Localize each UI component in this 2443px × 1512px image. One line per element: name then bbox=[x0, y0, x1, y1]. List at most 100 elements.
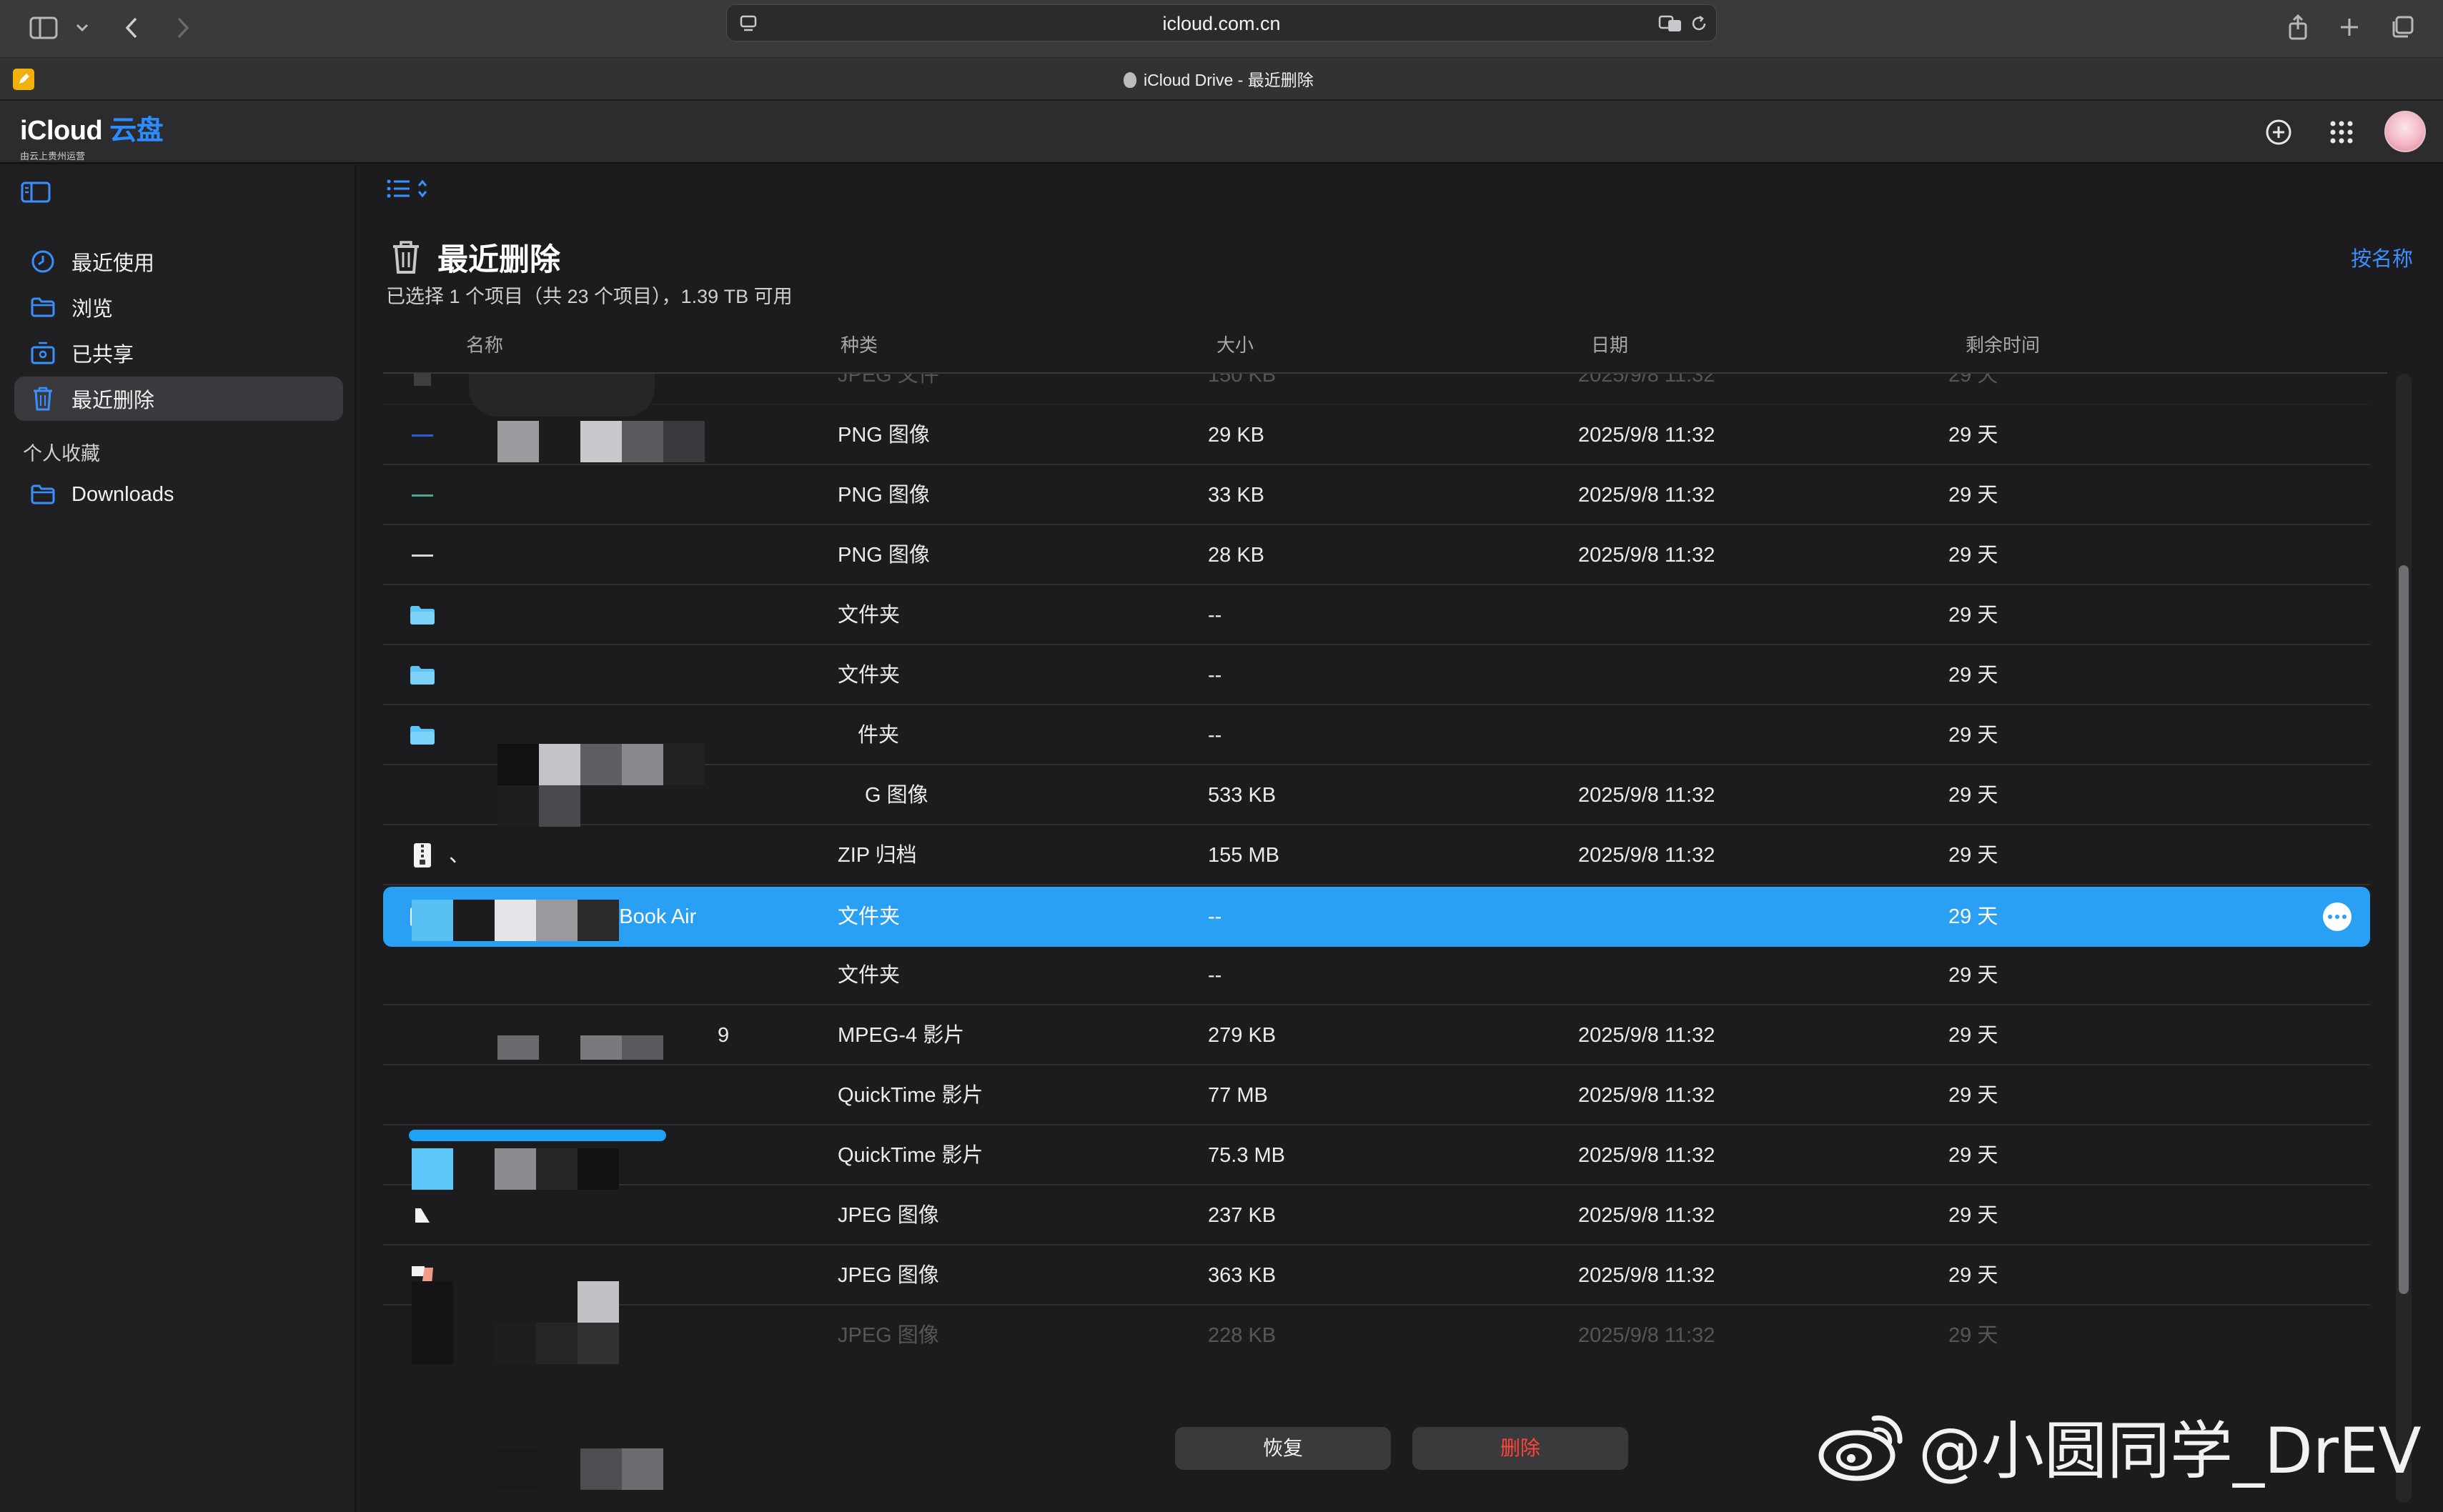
file-size: 279 KB bbox=[1208, 1024, 1277, 1047]
chevron-down-icon[interactable] bbox=[70, 10, 94, 46]
image-file-icon bbox=[409, 422, 436, 448]
file-size: 29 KB bbox=[1208, 424, 1264, 447]
table-row[interactable]: 文件夹 -- 29 天 bbox=[383, 945, 2370, 1005]
privacy-mosaic bbox=[497, 421, 705, 462]
table-row[interactable]: JPEG 图像 237 KB 2025/9/8 11:32 29 天 bbox=[383, 1185, 2370, 1245]
file-date: 2025/9/8 11:32 bbox=[1578, 1024, 1715, 1047]
tab-overview-icon[interactable] bbox=[2386, 7, 2419, 47]
file-size: 237 KB bbox=[1208, 1204, 1277, 1227]
file-kind: 件夹 bbox=[858, 724, 900, 747]
sidebar-item-recents[interactable]: 最近使用 bbox=[14, 239, 343, 284]
brand-name: iCloud bbox=[20, 116, 103, 146]
sidebar-panel-icon[interactable] bbox=[20, 179, 51, 211]
translate-icon[interactable] bbox=[1657, 11, 1683, 36]
file-remaining: 29 天 bbox=[1948, 1204, 1998, 1227]
file-name: 9 bbox=[718, 1024, 730, 1047]
folder-icon bbox=[29, 293, 57, 322]
weibo-logo-icon bbox=[1818, 1415, 1903, 1481]
privacy-mosaic bbox=[412, 1281, 619, 1364]
file-remaining: 29 天 bbox=[1948, 844, 1998, 867]
forward-icon[interactable] bbox=[169, 9, 197, 47]
scrollbar-thumb[interactable] bbox=[2399, 565, 2409, 1294]
file-remaining: 29 天 bbox=[1948, 544, 1998, 567]
folder-icon bbox=[409, 722, 436, 748]
column-header-kind[interactable]: 种类 bbox=[841, 331, 878, 357]
app-grid-icon[interactable] bbox=[2324, 115, 2359, 149]
column-header-name[interactable]: 名称 bbox=[466, 331, 503, 357]
folder-icon bbox=[29, 480, 57, 509]
page-title: 最近删除 bbox=[437, 243, 560, 277]
sidebar-item-label: 最近使用 bbox=[71, 252, 155, 275]
icloud-logo[interactable]: iCloud 云盘 由云上贵州运营 bbox=[20, 108, 164, 162]
add-circle-icon[interactable] bbox=[2261, 115, 2296, 149]
watermark-text: @小圆同学_DrEV bbox=[1918, 1413, 2422, 1488]
pinned-tab-icon[interactable] bbox=[13, 69, 34, 90]
privacy-mosaic bbox=[412, 900, 619, 941]
avatar[interactable] bbox=[2384, 111, 2426, 152]
file-remaining: 29 天 bbox=[1948, 374, 1998, 387]
sidebar: 最近使用 浏览 已共享 最近删除 个人收藏 Downloads bbox=[0, 165, 356, 1512]
address-bar[interactable]: icloud.com.cn bbox=[726, 4, 1717, 41]
view-mode-toggle[interactable] bbox=[386, 178, 429, 199]
sidebar-item-browse[interactable]: 浏览 bbox=[14, 285, 343, 329]
file-size: 77 MB bbox=[1208, 1084, 1268, 1107]
table-row[interactable]: 文件夹 -- 29 天 bbox=[383, 585, 2370, 645]
privacy-mosaic bbox=[497, 1448, 663, 1490]
file-kind: JPEG 图像 bbox=[838, 1204, 939, 1227]
shared-folder-icon bbox=[29, 339, 57, 367]
share-icon[interactable] bbox=[2281, 7, 2314, 47]
file-size: 33 KB bbox=[1208, 484, 1264, 507]
new-tab-icon[interactable] bbox=[2333, 7, 2366, 47]
file-kind: 文件夹 bbox=[838, 664, 901, 687]
table-row[interactable]: 、 ZIP 归档 155 MB 2025/9/8 11:32 29 天 bbox=[383, 825, 2370, 885]
sidebar-item-label: 已共享 bbox=[71, 344, 134, 367]
sidebar-item-downloads[interactable]: Downloads bbox=[14, 472, 343, 517]
sidebar-item-recently-deleted[interactable]: 最近删除 bbox=[14, 377, 343, 421]
table-row[interactable]: JPEG 文件 150 KB 2025/9/8 11:32 29 天 bbox=[383, 374, 2370, 405]
table-row[interactable]: PNG 图像 28 KB 2025/9/8 11:32 29 天 bbox=[383, 525, 2370, 585]
column-header-size[interactable]: 大小 bbox=[1216, 331, 1254, 357]
file-kind: QuickTime 影片 bbox=[838, 1084, 983, 1107]
table-row[interactable]: QuickTime 影片 75.3 MB 2025/9/8 11:32 29 天 bbox=[383, 1125, 2370, 1185]
sidebar-item-label: 浏览 bbox=[71, 298, 114, 321]
sidebar-item-label: Downloads bbox=[71, 482, 174, 506]
file-kind: 文件夹 bbox=[838, 964, 901, 987]
sidebar-toggle-icon[interactable] bbox=[26, 10, 61, 46]
restore-button[interactable]: 恢复 bbox=[1175, 1427, 1391, 1470]
active-tab[interactable]: iCloud Drive - 最近删除 bbox=[1124, 67, 1314, 93]
table-row[interactable]: QuickTime 影片 77 MB 2025/9/8 11:32 29 天 bbox=[383, 1065, 2370, 1125]
list-view-icon bbox=[387, 179, 410, 198]
file-remaining: 29 天 bbox=[1948, 784, 1998, 807]
table-row[interactable]: 文件夹 -- 29 天 bbox=[383, 645, 2370, 705]
file-date: 2025/9/8 11:32 bbox=[1578, 1144, 1715, 1167]
delete-button[interactable]: 删除 bbox=[1412, 1427, 1628, 1470]
reload-icon[interactable] bbox=[1686, 11, 1712, 36]
sidebar-item-shared[interactable]: 已共享 bbox=[14, 331, 343, 375]
table-row[interactable]: 9 MPEG-4 影片 279 KB 2025/9/8 11:32 29 天 bbox=[383, 1005, 2370, 1065]
file-size: 75.3 MB bbox=[1208, 1144, 1285, 1167]
more-options-icon[interactable] bbox=[2323, 902, 2352, 931]
table-row[interactable]: JPEG 图像 228 KB 2025/9/8 11:32 29 天 bbox=[383, 1305, 2370, 1366]
file-kind: PNG 图像 bbox=[838, 484, 930, 507]
column-header-remaining[interactable]: 剩余时间 bbox=[1966, 331, 2040, 357]
table-row-selected[interactable]: 桌面 - mia的MacBook Air 文件夹 -- 29 天 bbox=[383, 887, 2370, 947]
back-icon[interactable] bbox=[117, 9, 146, 47]
file-remaining: 29 天 bbox=[1948, 1144, 1998, 1167]
column-header-date[interactable]: 日期 bbox=[1591, 331, 1628, 357]
zip-file-icon bbox=[409, 842, 436, 868]
file-kind: 文件夹 bbox=[838, 905, 901, 928]
trash-icon bbox=[29, 384, 57, 413]
file-size: -- bbox=[1208, 604, 1222, 627]
url-text: icloud.com.cn bbox=[1162, 13, 1281, 34]
chevron-updown-icon bbox=[417, 179, 427, 198]
table-row[interactable]: PNG 图像 33 KB 2025/9/8 11:32 29 天 bbox=[383, 465, 2370, 525]
privacy-mosaic bbox=[497, 785, 580, 827]
privacy-mosaic bbox=[497, 1035, 663, 1060]
file-remaining: 29 天 bbox=[1948, 424, 1998, 447]
file-kind: JPEG 图像 bbox=[838, 1264, 939, 1287]
brand-accent: 云盘 bbox=[109, 116, 164, 146]
file-remaining: 29 天 bbox=[1948, 1084, 1998, 1107]
table-row[interactable]: JPEG 图像 363 KB 2025/9/8 11:32 29 天 bbox=[383, 1245, 2370, 1305]
sort-by-name-button[interactable]: 按名称 bbox=[2351, 242, 2413, 272]
privacy-mosaic bbox=[412, 1148, 619, 1190]
